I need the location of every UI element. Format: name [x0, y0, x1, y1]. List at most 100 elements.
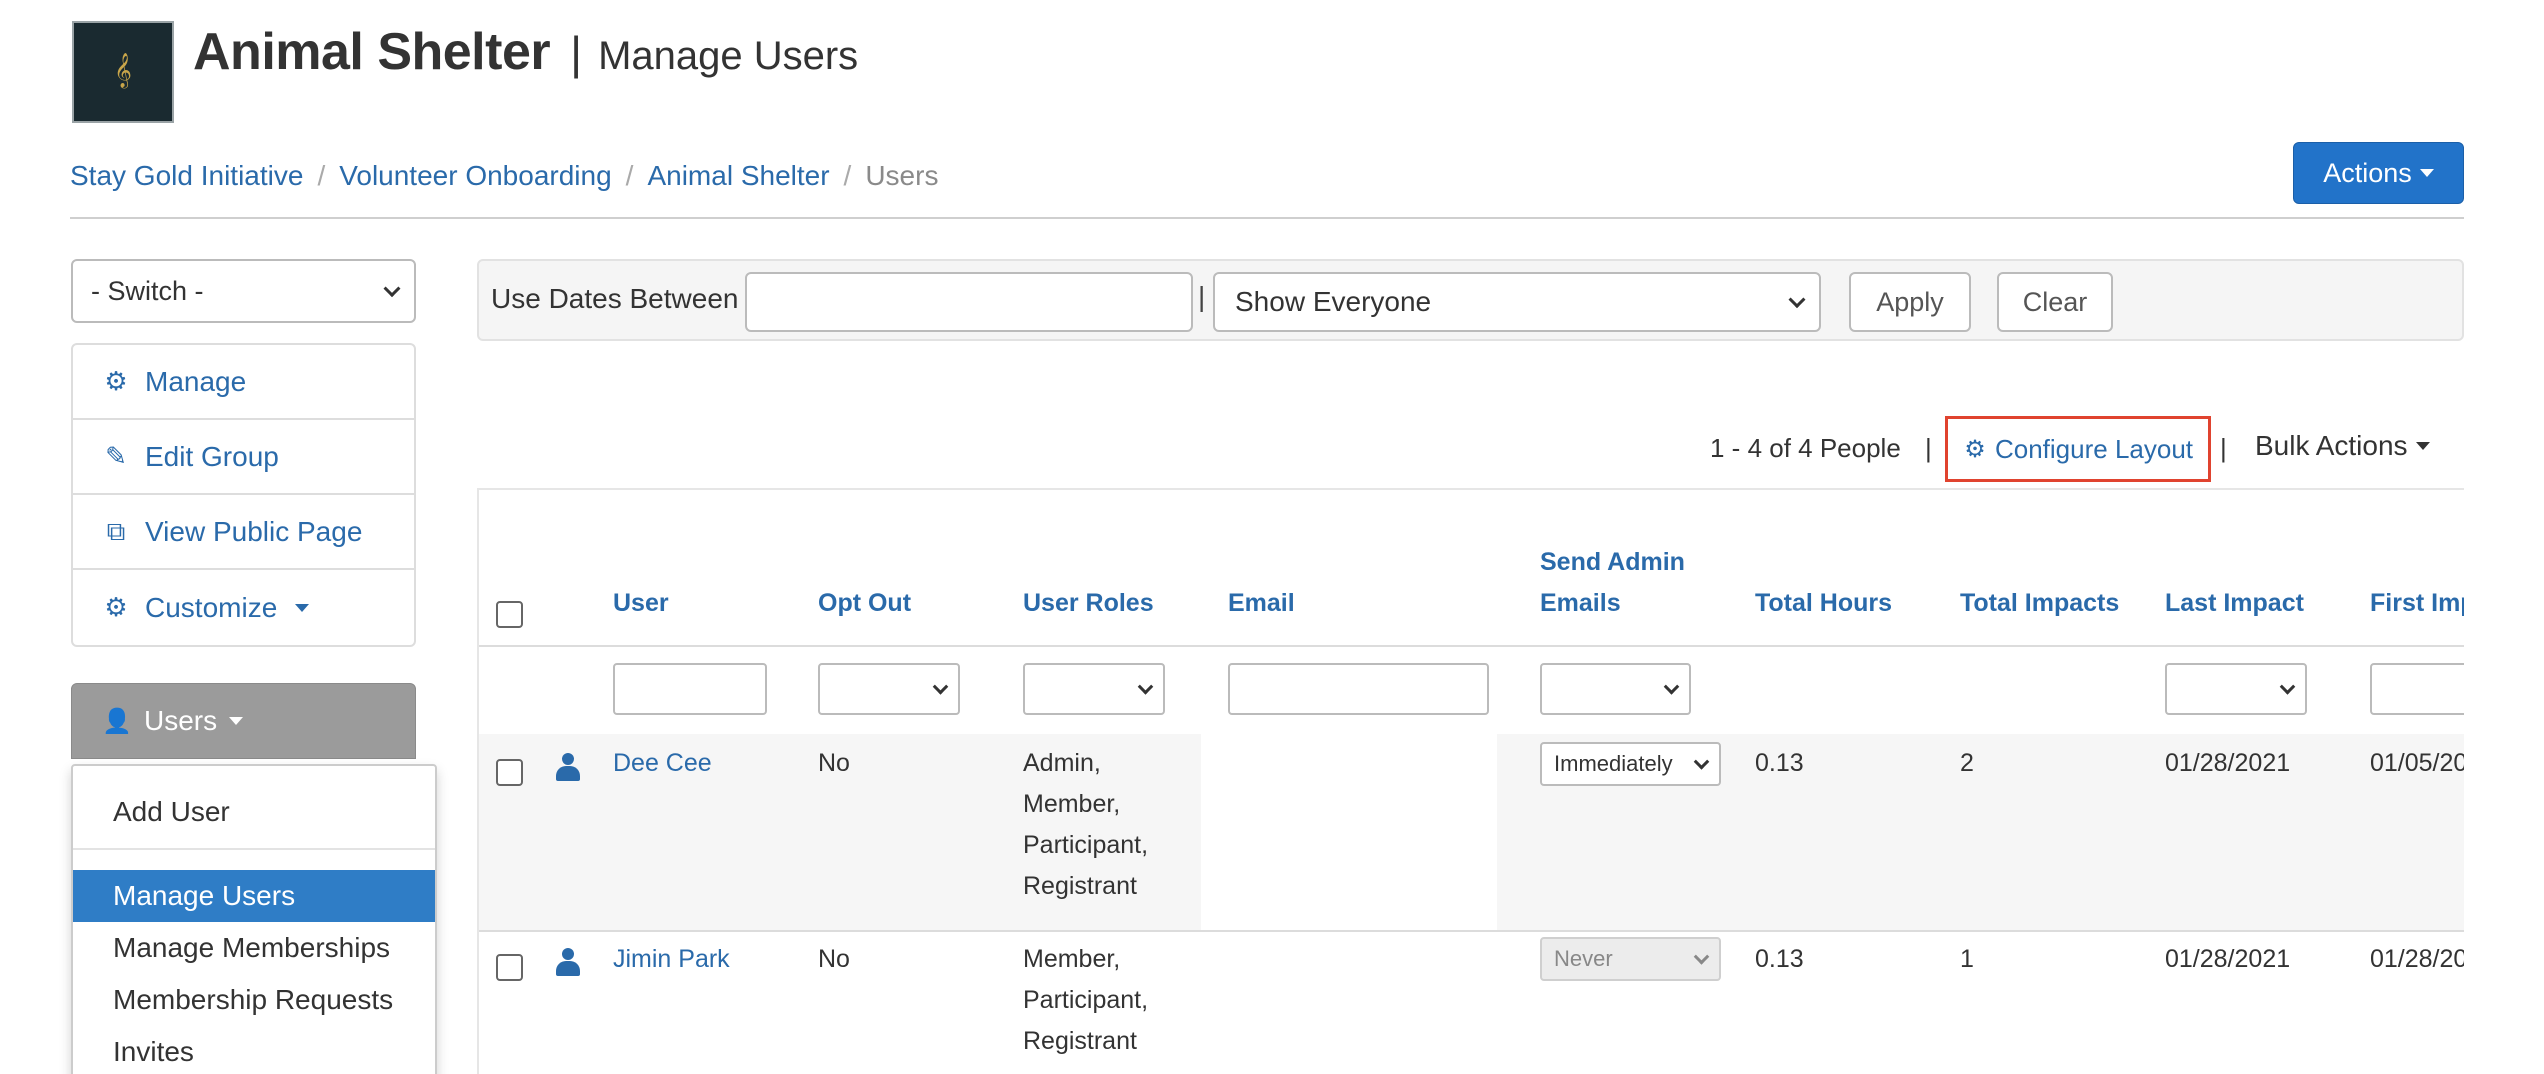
sidebar-item-label: View Public Page — [145, 515, 363, 547]
user-role: Participant, — [1023, 986, 1149, 1014]
dropdown-item-add-user[interactable]: Add User — [73, 786, 435, 838]
bulk-actions-button[interactable]: Bulk Actions — [2255, 430, 2430, 462]
column-header-user[interactable]: User — [613, 583, 669, 624]
row-select-checkbox[interactable] — [496, 954, 523, 981]
chevron-down-icon — [1788, 291, 1806, 309]
date-range-input[interactable] — [745, 272, 1193, 332]
user-role: Member, — [1023, 790, 1121, 818]
user-roles-filter-select[interactable] — [1023, 663, 1165, 715]
actions-button[interactable]: Actions — [2293, 142, 2464, 204]
column-header-last-impact[interactable]: Last Impact — [2165, 583, 2304, 624]
dropdown-item-manage-users[interactable]: Manage Users — [73, 870, 435, 922]
send-admin-emails-filter-select[interactable] — [1540, 663, 1691, 715]
breadcrumb-link-animal-shelter[interactable]: Animal Shelter — [647, 160, 829, 191]
user-filter-input[interactable] — [613, 663, 767, 715]
column-header-send-admin-emails-line2[interactable]: Emails — [1540, 583, 1621, 624]
caret-down-icon — [295, 603, 310, 612]
total-hours-value: 0.13 — [1755, 749, 1804, 777]
total-impacts-value: 2 — [1960, 749, 1974, 777]
breadcrumb-current: Users — [865, 160, 939, 191]
first-impact-filter-input[interactable] — [2370, 663, 2464, 715]
breadcrumb: Stay Gold Initiative / Volunteer Onboardin… — [70, 160, 938, 192]
total-impacts-value: 1 — [1960, 945, 1974, 973]
breadcrumb-separator: / — [843, 160, 852, 191]
column-header-first-impact[interactable]: First Imp — [2370, 583, 2464, 624]
chevron-down-icon — [383, 280, 401, 298]
caret-down-icon — [229, 717, 244, 725]
switch-select-value: - Switch - — [91, 275, 204, 306]
clear-button[interactable]: Clear — [1997, 272, 2113, 332]
total-hours-value: 0.13 — [1755, 945, 1804, 973]
chevron-down-icon — [1693, 754, 1710, 770]
last-impact-filter-select[interactable] — [2165, 663, 2307, 715]
toolbar-separator: | — [2220, 432, 2227, 463]
show-filter-select[interactable]: Show Everyone — [1213, 272, 1821, 332]
user-role: Member, — [1023, 945, 1121, 973]
dropdown-item-manage-memberships[interactable]: Manage Memberships — [73, 922, 435, 974]
org-logo: 𝄞 — [72, 21, 174, 123]
actions-label: Actions — [2323, 157, 2412, 188]
toolbar-separator: | — [1925, 432, 1932, 463]
send-admin-emails-select: Never — [1540, 937, 1721, 981]
send-admin-emails-select[interactable]: Immediately — [1540, 742, 1721, 786]
column-header-total-impacts[interactable]: Total Impacts — [1960, 583, 2119, 624]
configure-layout-label: Configure Layout — [1994, 433, 2194, 464]
email-filter-input[interactable] — [1228, 663, 1489, 715]
chevron-down-icon — [1137, 679, 1154, 695]
chevron-down-icon — [2279, 679, 2296, 695]
apply-button[interactable]: Apply — [1849, 272, 1971, 332]
column-header-email[interactable]: Email — [1228, 583, 1295, 624]
column-header-user-roles[interactable]: User Roles — [1023, 583, 1154, 624]
gears-icon: ⚙ — [104, 592, 128, 622]
show-filter-value: Show Everyone — [1235, 286, 1432, 317]
configure-layout-button[interactable]: ⚙ Configure Layout — [1945, 416, 2211, 482]
dropdown-item-invites[interactable]: Invites — [73, 1026, 435, 1074]
filter-separator: | — [1198, 281, 1206, 312]
sidebar-item-edit-group[interactable]: ✎ Edit Group — [73, 420, 414, 495]
user-icon: 👤 — [102, 707, 132, 735]
last-impact-value: 01/28/2021 — [2165, 945, 2291, 973]
caret-down-icon — [2415, 442, 2430, 450]
chevron-down-icon — [1693, 949, 1710, 965]
user-role: Participant, — [1023, 831, 1149, 859]
dropdown-item-membership-requests[interactable]: Membership Requests — [73, 974, 435, 1026]
user-name-link[interactable]: Dee Cee — [613, 743, 712, 784]
sidebar-item-label: Edit Group — [145, 440, 279, 472]
gears-icon: ⚙ — [104, 366, 128, 396]
table-header-divider — [479, 645, 2464, 647]
org-name: Animal Shelter — [193, 23, 551, 81]
sidebar-item-view-public-page[interactable]: ⧉ View Public Page — [73, 495, 414, 570]
treble-clef-logo-icon: 𝄞 — [114, 52, 132, 88]
chevron-down-icon — [932, 679, 949, 695]
breadcrumb-link-stay-gold[interactable]: Stay Gold Initiative — [70, 160, 303, 191]
users-dropdown-button[interactable]: 👤 Users — [71, 683, 416, 759]
sidebar-item-label: Manage — [145, 365, 247, 397]
opt-out-value: No — [818, 749, 850, 777]
switch-select[interactable]: - Switch - — [71, 259, 416, 323]
sidebar-item-label: Customize — [145, 591, 278, 623]
sidebar-item-customize[interactable]: ⚙ Customize — [73, 570, 414, 645]
person-icon — [556, 948, 580, 978]
caret-down-icon — [2419, 169, 2434, 177]
select-all-checkbox[interactable] — [496, 601, 523, 628]
page-header: Animal Shelter | Manage Users — [193, 22, 858, 82]
row-select-checkbox[interactable] — [496, 759, 523, 786]
external-link-icon: ⧉ — [106, 515, 126, 546]
column-header-total-hours[interactable]: Total Hours — [1755, 583, 1892, 624]
opt-out-value: No — [818, 945, 850, 973]
user-role: Registrant — [1023, 1027, 1137, 1055]
filter-bar: Use Dates Between | Show Everyone Apply … — [477, 259, 2464, 341]
person-icon — [556, 753, 580, 783]
column-header-send-admin-emails[interactable]: Send Admin — [1540, 542, 1685, 583]
column-header-opt-out[interactable]: Opt Out — [818, 583, 911, 624]
sidebar-item-manage[interactable]: ⚙ Manage — [73, 345, 414, 420]
bulk-actions-label: Bulk Actions — [2255, 430, 2408, 461]
user-name-link[interactable]: Jimin Park — [613, 939, 730, 980]
date-range-label: Use Dates Between — [491, 283, 739, 314]
page-title: Manage Users — [598, 34, 859, 78]
opt-out-filter-select[interactable] — [818, 663, 960, 715]
breadcrumb-link-volunteer-onboarding[interactable]: Volunteer Onboarding — [339, 160, 611, 191]
first-impact-value: 01/28/20 — [2370, 945, 2464, 973]
breadcrumb-separator: / — [625, 160, 634, 191]
results-count: 1 - 4 of 4 People — [1710, 432, 1901, 463]
